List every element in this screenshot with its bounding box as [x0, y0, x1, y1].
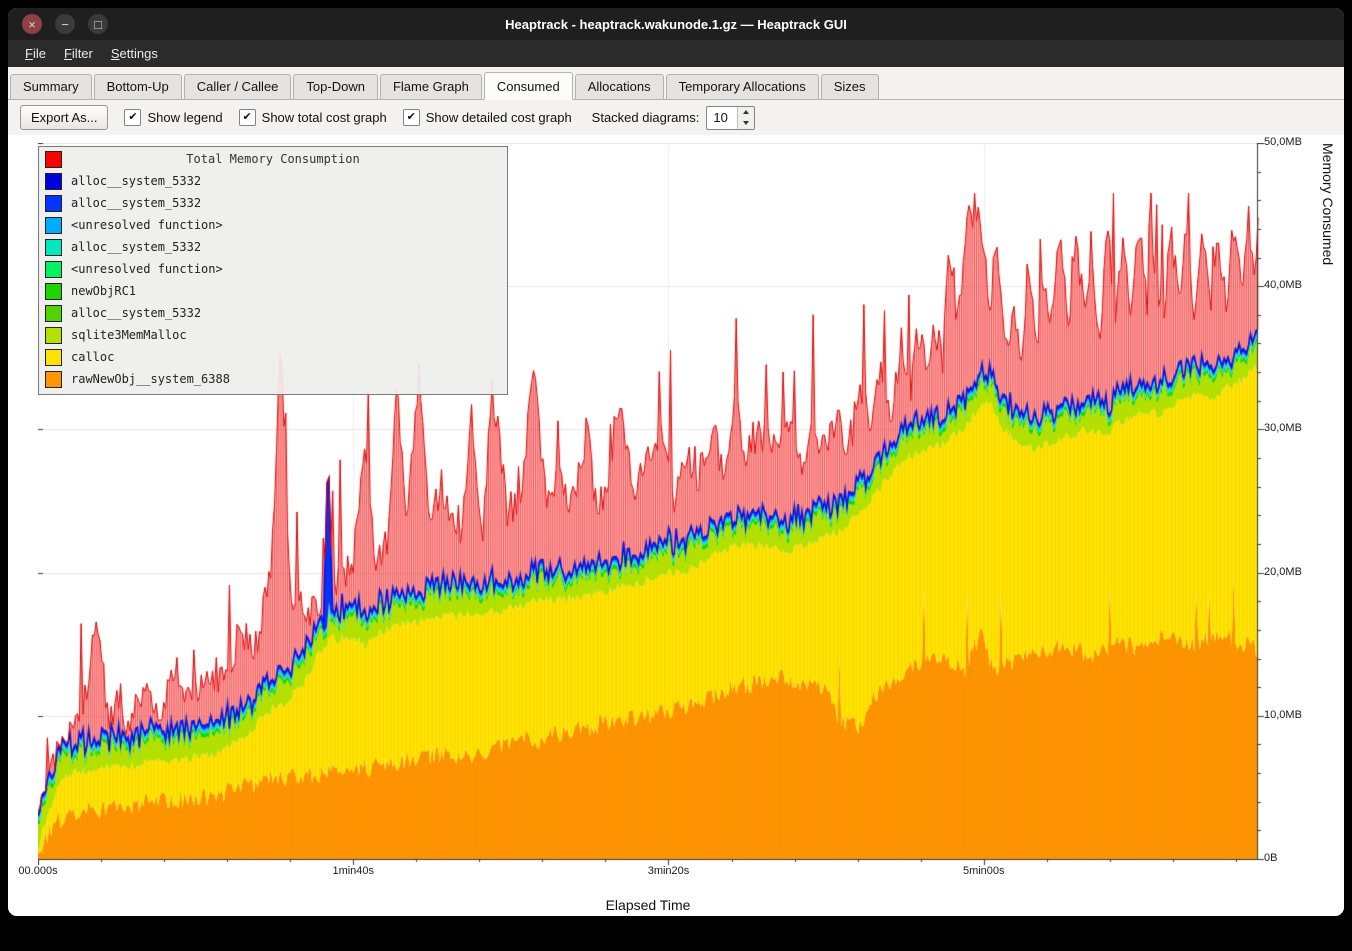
spinbox-down-button[interactable]: [738, 118, 754, 129]
tab-temporary-allocations[interactable]: Temporary Allocations: [666, 74, 819, 99]
tab-sizes[interactable]: Sizes: [821, 74, 879, 99]
check-icon: ✔: [407, 112, 416, 123]
legend-item-label: alloc__system_5332: [71, 196, 201, 210]
legend-item-label: calloc: [71, 350, 114, 364]
legend-swatch-icon: [45, 283, 62, 300]
show-detailed-cost-checkbox-group[interactable]: ✔ Show detailed cost graph: [403, 109, 572, 126]
legend-swatch-icon: [45, 173, 62, 190]
x-axis-tick-label: 5min00s: [963, 865, 1005, 877]
show-total-cost-checkbox[interactable]: ✔: [239, 109, 256, 126]
stacked-diagrams-group: Stacked diagrams: 10: [592, 106, 756, 130]
legend-swatch-icon: [45, 371, 62, 388]
tab-flame-graph[interactable]: Flame Graph: [380, 74, 482, 99]
legend-item: alloc__system_5332: [39, 236, 507, 258]
y-axis-tick-label: 30,0MB: [1264, 422, 1302, 434]
spinbox-arrows: [737, 107, 754, 129]
toolbar: Export As... ✔ Show legend ✔ Show total …: [8, 100, 1344, 135]
tab-caller-callee[interactable]: Caller / Callee: [184, 74, 292, 99]
heaptrack-window: × − □ Heaptrack - heaptrack.wakunode.1.g…: [8, 8, 1344, 916]
legend-item-label: alloc__system_5332: [71, 174, 201, 188]
legend-item-label: rawNewObj__system_6388: [71, 372, 230, 386]
legend-swatch-icon: [45, 327, 62, 344]
legend-item: alloc__system_5332: [39, 170, 507, 192]
legend-swatch-icon: [45, 239, 62, 256]
legend-item-label: alloc__system_5332: [71, 306, 201, 320]
window-controls: × − □: [22, 8, 108, 40]
legend-swatch-icon: [45, 217, 62, 234]
legend-item: calloc: [39, 346, 507, 368]
maximize-button[interactable]: □: [88, 14, 108, 34]
x-axis-tick-label: 3min20s: [648, 865, 690, 877]
maximize-icon: □: [94, 18, 102, 31]
tab-consumed[interactable]: Consumed: [484, 72, 573, 100]
titlebar[interactable]: × − □ Heaptrack - heaptrack.wakunode.1.g…: [8, 8, 1344, 40]
show-total-cost-label: Show total cost graph: [262, 110, 387, 125]
y-axis-tick-label: 50,0MB: [1264, 136, 1302, 148]
legend-swatch-icon: [45, 349, 62, 366]
legend-item: newObjRC1: [39, 280, 507, 302]
tab-allocations[interactable]: Allocations: [575, 74, 664, 99]
tab-top-down[interactable]: Top-Down: [293, 74, 378, 99]
export-as-button[interactable]: Export As...: [20, 105, 108, 130]
legend-item: <unresolved function>: [39, 258, 507, 280]
show-legend-checkbox[interactable]: ✔: [124, 109, 141, 126]
x-axis-title: Elapsed Time: [38, 897, 1258, 913]
show-legend-checkbox-group[interactable]: ✔ Show legend: [124, 109, 222, 126]
legend-item-label: <unresolved function>: [71, 218, 223, 232]
legend-swatch-icon: [45, 305, 62, 322]
legend-item: <unresolved function>: [39, 214, 507, 236]
spin-down-icon: [743, 121, 749, 125]
stacked-diagrams-label: Stacked diagrams:: [592, 110, 700, 125]
legend-item: alloc__system_5332: [39, 302, 507, 324]
menu-item-filter[interactable]: Filter: [55, 43, 102, 64]
legend-title: Total Memory Consumption: [39, 148, 507, 170]
check-icon: ✔: [128, 112, 137, 123]
minimize-button[interactable]: −: [55, 14, 75, 34]
spin-up-icon: [743, 110, 749, 114]
legend-item: alloc__system_5332: [39, 192, 507, 214]
stacked-diagrams-spinbox[interactable]: 10: [706, 106, 755, 130]
legend-item: sqlite3MemMalloc: [39, 324, 507, 346]
tab-bottom-up[interactable]: Bottom-Up: [94, 74, 182, 99]
legend-total-swatch-icon: [45, 151, 62, 168]
y-axis-tick-label: 10,0MB: [1264, 709, 1302, 721]
menu-item-settings[interactable]: Settings: [102, 43, 167, 64]
y-axis-tick-label: 40,0MB: [1264, 279, 1302, 291]
y-axis-tick-label: 20,0MB: [1264, 566, 1302, 578]
spinbox-up-button[interactable]: [738, 107, 754, 118]
legend-item-label: newObjRC1: [71, 284, 136, 298]
show-total-cost-checkbox-group[interactable]: ✔ Show total cost graph: [239, 109, 387, 126]
check-icon: ✔: [243, 112, 252, 123]
tab-summary[interactable]: Summary: [10, 74, 92, 99]
minimize-icon: −: [61, 18, 69, 31]
y-axis-title: Memory Consumed: [1320, 143, 1336, 859]
close-icon: ×: [28, 18, 36, 31]
show-detailed-cost-checkbox[interactable]: ✔: [403, 109, 420, 126]
legend-swatch-icon: [45, 261, 62, 278]
show-legend-label: Show legend: [147, 110, 222, 125]
y-axis-tick-label: 0B: [1264, 852, 1277, 864]
legend-item-label: alloc__system_5332: [71, 240, 201, 254]
tab-bar: SummaryBottom-UpCaller / CalleeTop-DownF…: [8, 67, 1344, 100]
x-axis-tick-label: 00.000s: [18, 865, 57, 877]
menu-item-file[interactable]: File: [16, 43, 55, 64]
x-axis-tick-label: 1min40s: [332, 865, 374, 877]
legend-swatch-icon: [45, 195, 62, 212]
window-title: Heaptrack - heaptrack.wakunode.1.gz — He…: [8, 17, 1344, 32]
show-detailed-cost-label: Show detailed cost graph: [426, 110, 572, 125]
close-button[interactable]: ×: [22, 14, 42, 34]
legend-item-label: <unresolved function>: [71, 262, 223, 276]
chart-legend: Total Memory Consumption alloc__system_53…: [38, 146, 508, 395]
legend-item: rawNewObj__system_6388: [39, 368, 507, 390]
chart-area: Total Memory Consumption alloc__system_53…: [8, 135, 1344, 916]
legend-item-label: sqlite3MemMalloc: [71, 328, 187, 342]
menubar: FileFilterSettings: [8, 40, 1344, 67]
legend-title-row: Total Memory Consumption: [39, 148, 507, 170]
stacked-diagrams-value[interactable]: 10: [707, 107, 737, 129]
